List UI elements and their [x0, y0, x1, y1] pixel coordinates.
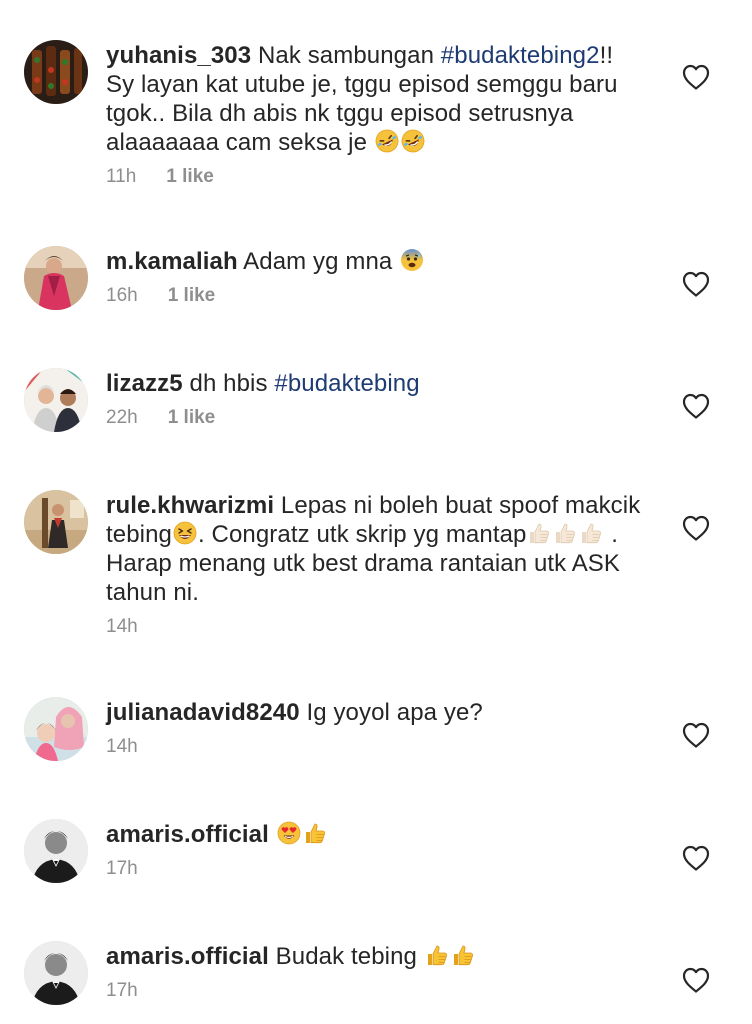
comment-text: amaris.official Budak tebing — [106, 942, 642, 971]
comment-message: Nak sambungan — [251, 42, 441, 69]
comment-message: Budak tebing — [268, 943, 424, 970]
comment-body: lizazz5 dh hbis #budaktebing 22h 1 like — [106, 369, 642, 431]
comment-likes-count[interactable]: 1 like — [166, 166, 214, 188]
comment-timestamp: 22h — [106, 407, 138, 428]
comment-body: yuhanis_303 Nak sambungan #budaktebing2!… — [106, 41, 642, 190]
comment-body: amaris.official Budak tebing 17h — [106, 942, 642, 1004]
comment-text: m.kamaliah Adam yg mna — [106, 247, 642, 276]
comment-text: julianadavid8240 Ig yoyol apa ye? — [106, 698, 642, 727]
comment-meta: 22h 1 like — [106, 407, 642, 431]
avatar[interactable] — [24, 697, 88, 761]
comment-timestamp: 14h — [106, 616, 138, 637]
heart-outline-icon[interactable] — [682, 64, 710, 90]
comment-message — [269, 821, 276, 848]
comment-message: Adam yg mna — [237, 248, 400, 275]
comment-meta: 14h — [106, 736, 642, 760]
heart-outline-icon[interactable] — [682, 722, 710, 748]
rofl-emoji-icon — [401, 129, 425, 153]
comment-message: . Congratz utk skrip yg mantap — [198, 521, 527, 548]
heart-eyes-emoji-icon — [277, 821, 301, 845]
comment-meta: 14h — [106, 616, 642, 640]
comment-body: m.kamaliah Adam yg mna 16h 1 like — [106, 247, 642, 309]
comment-username[interactable]: m.kamaliah — [106, 248, 238, 275]
comment-body: rule.khwarizmi Lepas ni boleh buat spoof… — [106, 491, 642, 640]
comment-timestamp: 11h — [106, 166, 137, 187]
avatar[interactable] — [24, 368, 88, 432]
comment-meta: 11h 1 like — [106, 166, 642, 190]
comment-message: dh hbis — [182, 370, 275, 397]
heart-outline-icon[interactable] — [682, 393, 710, 419]
thumb-light-emoji-icon — [553, 521, 577, 545]
avatar[interactable] — [24, 40, 88, 104]
thumb-emoji-icon — [303, 821, 327, 845]
comment-text: lizazz5 dh hbis #budaktebing — [106, 369, 642, 398]
comment-text: rule.khwarizmi Lepas ni boleh buat spoof… — [106, 491, 642, 607]
comment-meta: 16h 1 like — [106, 285, 642, 309]
comment-message: Ig yoyol apa ye? — [299, 699, 483, 726]
comment-timestamp: 14h — [106, 736, 138, 757]
comment-body: julianadavid8240 Ig yoyol apa ye? 14h — [106, 698, 642, 760]
comment-likes-count[interactable]: 1 like — [168, 407, 216, 429]
comment-timestamp: 16h — [106, 285, 138, 306]
avatar[interactable] — [24, 246, 88, 310]
hashtag-link[interactable]: #budaktebing — [274, 370, 419, 397]
heart-outline-icon[interactable] — [682, 967, 710, 993]
comment-username[interactable]: lizazz5 — [106, 370, 183, 397]
comment-username[interactable]: amaris.official — [106, 821, 269, 848]
heart-outline-icon[interactable] — [682, 845, 710, 871]
comment-username[interactable]: amaris.official — [106, 943, 269, 970]
thumb-light-emoji-icon — [579, 521, 603, 545]
comment-meta: 17h — [106, 858, 642, 882]
comment-username[interactable]: julianadavid8240 — [106, 699, 300, 726]
avatar[interactable] — [24, 819, 88, 883]
heart-outline-icon[interactable] — [682, 271, 710, 297]
thumb-emoji-icon — [451, 943, 475, 967]
comment-timestamp: 17h — [106, 858, 138, 879]
heart-outline-icon[interactable] — [682, 515, 710, 541]
comment-username[interactable]: rule.khwarizmi — [106, 492, 274, 519]
thumb-light-emoji-icon — [527, 521, 551, 545]
comment-timestamp: 17h — [106, 980, 138, 1001]
anxious-emoji-icon — [400, 248, 424, 272]
laugh-emoji-icon — [173, 521, 197, 545]
comment-meta: 17h — [106, 980, 642, 1004]
comment-body: amaris.official 17h — [106, 820, 642, 882]
rofl-emoji-icon — [375, 129, 399, 153]
comment-text: amaris.official — [106, 820, 642, 849]
avatar[interactable] — [24, 490, 88, 554]
comment-text: yuhanis_303 Nak sambungan #budaktebing2!… — [106, 41, 642, 157]
thumb-emoji-icon — [425, 943, 449, 967]
hashtag-link[interactable]: #budaktebing2 — [441, 42, 600, 69]
comment-likes-count[interactable]: 1 like — [168, 285, 216, 307]
avatar[interactable] — [24, 941, 88, 1005]
comment-username[interactable]: yuhanis_303 — [106, 42, 251, 69]
